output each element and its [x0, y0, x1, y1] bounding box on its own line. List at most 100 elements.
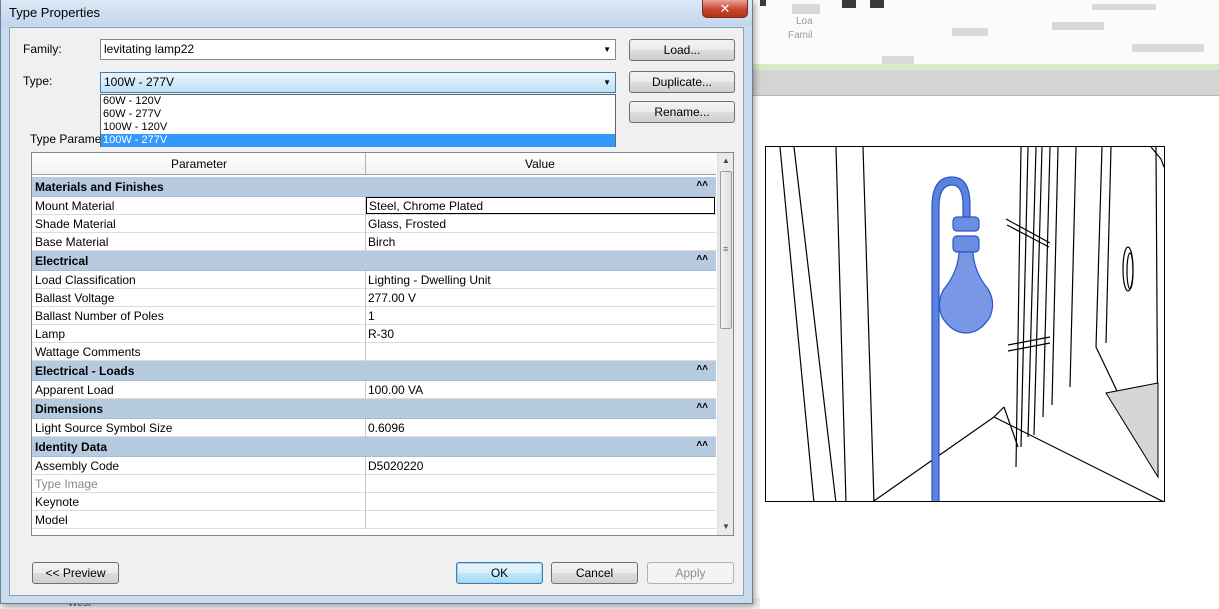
parameter-row[interactable]: Base Material Birch — [32, 233, 716, 251]
chevron-down-icon: ▼ — [603, 45, 611, 54]
type-option[interactable]: 60W - 120V — [101, 95, 615, 108]
grid-header: Parameter Value — [32, 153, 716, 175]
rename-button[interactable]: Rename... — [629, 101, 735, 123]
group-title: Electrical - Loads — [35, 364, 135, 378]
parameter-column-header[interactable]: Parameter — [171, 157, 227, 171]
parameter-name: Keynote — [35, 495, 80, 509]
family-label: Family: — [23, 42, 62, 56]
type-parameters-grid: Parameter Value Materials and Finishes ˄˄… — [31, 152, 734, 536]
3d-view-drawing — [779, 147, 1164, 501]
cell-divider — [365, 381, 366, 399]
grid-rows: Materials and Finishes ˄˄ Mount Material St… — [32, 177, 716, 529]
parameter-value[interactable]: Birch — [368, 235, 395, 249]
ghost-text: Famil — [788, 30, 813, 41]
cell-divider — [365, 457, 366, 475]
preview-button[interactable]: << Preview — [32, 562, 119, 584]
ghost-text: Loa — [796, 16, 813, 27]
scroll-up-icon[interactable]: ▲ — [718, 153, 733, 169]
duplicate-button[interactable]: Duplicate... — [629, 71, 735, 93]
group-header[interactable]: Electrical - Loads ˄˄ — [32, 361, 716, 381]
parameter-value[interactable]: R-30 — [368, 327, 394, 341]
parameter-row[interactable]: Assembly Code D5020220 — [32, 457, 716, 475]
parameter-value[interactable]: Lighting - Dwelling Unit — [368, 273, 491, 287]
parameter-name: Base Material — [35, 235, 109, 249]
cell-divider — [365, 511, 366, 529]
load-button[interactable]: Load... — [629, 39, 735, 61]
type-select-value: 100W - 277V — [104, 75, 175, 89]
group-header[interactable]: Electrical ˄˄ — [32, 251, 716, 271]
parameter-name: Type Image — [35, 477, 98, 491]
parameter-value[interactable]: Glass, Frosted — [368, 217, 446, 231]
family-select-value: levitating lamp22 — [104, 42, 195, 56]
group-header[interactable]: Dimensions ˄˄ — [32, 399, 716, 419]
parameter-row[interactable]: Mount Material Steel, Chrome Plated — [32, 197, 716, 215]
parameter-name: Model — [35, 513, 68, 527]
chevron-down-icon: ▼ — [603, 78, 611, 87]
scroll-grip-icon: ≡ — [723, 244, 729, 254]
parameter-name: Ballast Number of Poles — [35, 309, 164, 323]
collapse-group-icon[interactable]: ˄˄ — [696, 253, 708, 264]
parameter-row[interactable]: Type Image — [32, 475, 716, 493]
parameter-row[interactable]: Apparent Load 100.00 VA — [32, 381, 716, 399]
group-title: Identity Data — [35, 440, 108, 454]
parameter-row[interactable]: Wattage Comments — [32, 343, 716, 361]
parameter-row[interactable]: Shade Material Glass, Frosted — [32, 215, 716, 233]
parameter-value[interactable]: 1 — [368, 309, 375, 323]
cell-divider — [365, 343, 366, 361]
parameter-row[interactable]: Load Classification Lighting - Dwelling U… — [32, 271, 716, 289]
parameter-row[interactable]: Ballast Number of Poles 1 — [32, 307, 716, 325]
collapse-group-icon[interactable]: ˄˄ — [696, 439, 708, 450]
cell-divider — [365, 325, 366, 343]
3d-view[interactable] — [765, 146, 1165, 502]
parameter-name: Light Source Symbol Size — [35, 421, 173, 435]
cell-divider — [365, 215, 366, 233]
parameter-row[interactable]: Keynote — [32, 493, 716, 511]
value-column-header[interactable]: Value — [525, 157, 555, 171]
close-icon: ✕ — [719, 1, 731, 16]
parameter-value[interactable]: Steel, Chrome Plated — [366, 197, 715, 214]
type-option[interactable]: 100W - 120V — [101, 121, 615, 134]
parameter-name: Shade Material — [35, 217, 116, 231]
cancel-button[interactable]: Cancel — [551, 562, 638, 584]
parameter-value[interactable]: 277.00 V — [368, 291, 416, 305]
type-option-selected[interactable]: 100W - 277V — [101, 134, 615, 147]
parameter-row[interactable]: Model — [32, 511, 716, 529]
family-select[interactable]: levitating lamp22 ▼ — [100, 39, 616, 60]
parameter-value[interactable]: 0.6096 — [368, 421, 405, 435]
title-bar[interactable]: Type Properties ✕ — [1, 0, 752, 26]
parameter-row[interactable]: Light Source Symbol Size 0.6096 — [32, 419, 716, 437]
parameter-name: Ballast Voltage — [35, 291, 115, 305]
cell-divider — [365, 493, 366, 511]
lamp-model — [931, 176, 994, 501]
parameter-value[interactable]: 100.00 VA — [368, 383, 423, 397]
type-option[interactable]: 60W - 277V — [101, 108, 615, 121]
type-label: Type: — [23, 74, 53, 88]
apply-button[interactable]: Apply — [647, 562, 734, 584]
parameter-value[interactable]: D5020220 — [368, 459, 423, 473]
group-header[interactable]: Materials and Finishes ˄˄ — [32, 177, 716, 197]
collapse-group-icon[interactable]: ˄˄ — [696, 363, 708, 374]
close-button[interactable]: ✕ — [702, 0, 748, 18]
parameter-name: Apparent Load — [35, 383, 114, 397]
dialog-body: Family: levitating lamp22 ▼ Load... Type… — [9, 27, 744, 596]
group-header[interactable]: Identity Data ˄˄ — [32, 437, 716, 457]
grid-scrollbar[interactable]: ▲ ≡ ▼ — [717, 153, 733, 535]
group-title: Electrical — [35, 254, 89, 268]
parameter-name: Mount Material — [35, 199, 115, 213]
cell-divider — [365, 475, 366, 493]
collapse-group-icon[interactable]: ˄˄ — [696, 401, 708, 412]
group-title: Dimensions — [35, 402, 104, 416]
cell-divider — [365, 419, 366, 437]
type-dropdown-list[interactable]: 60W - 120V 60W - 277V 100W - 120V 100W -… — [100, 94, 616, 147]
ok-button[interactable]: OK — [456, 562, 543, 584]
cell-divider — [365, 289, 366, 307]
view-tab-bar[interactable] — [752, 70, 1219, 96]
parameter-name: Load Classification — [35, 273, 136, 287]
parameter-row[interactable]: Ballast Voltage 277.00 V — [32, 289, 716, 307]
scroll-down-icon[interactable]: ▼ — [718, 519, 733, 535]
column-divider[interactable] — [365, 153, 366, 175]
parameter-row[interactable]: Lamp R-30 — [32, 325, 716, 343]
type-select[interactable]: 100W - 277V ▼ — [100, 72, 616, 93]
collapse-group-icon[interactable]: ˄˄ — [696, 179, 708, 190]
parameter-name: Assembly Code — [35, 459, 120, 473]
